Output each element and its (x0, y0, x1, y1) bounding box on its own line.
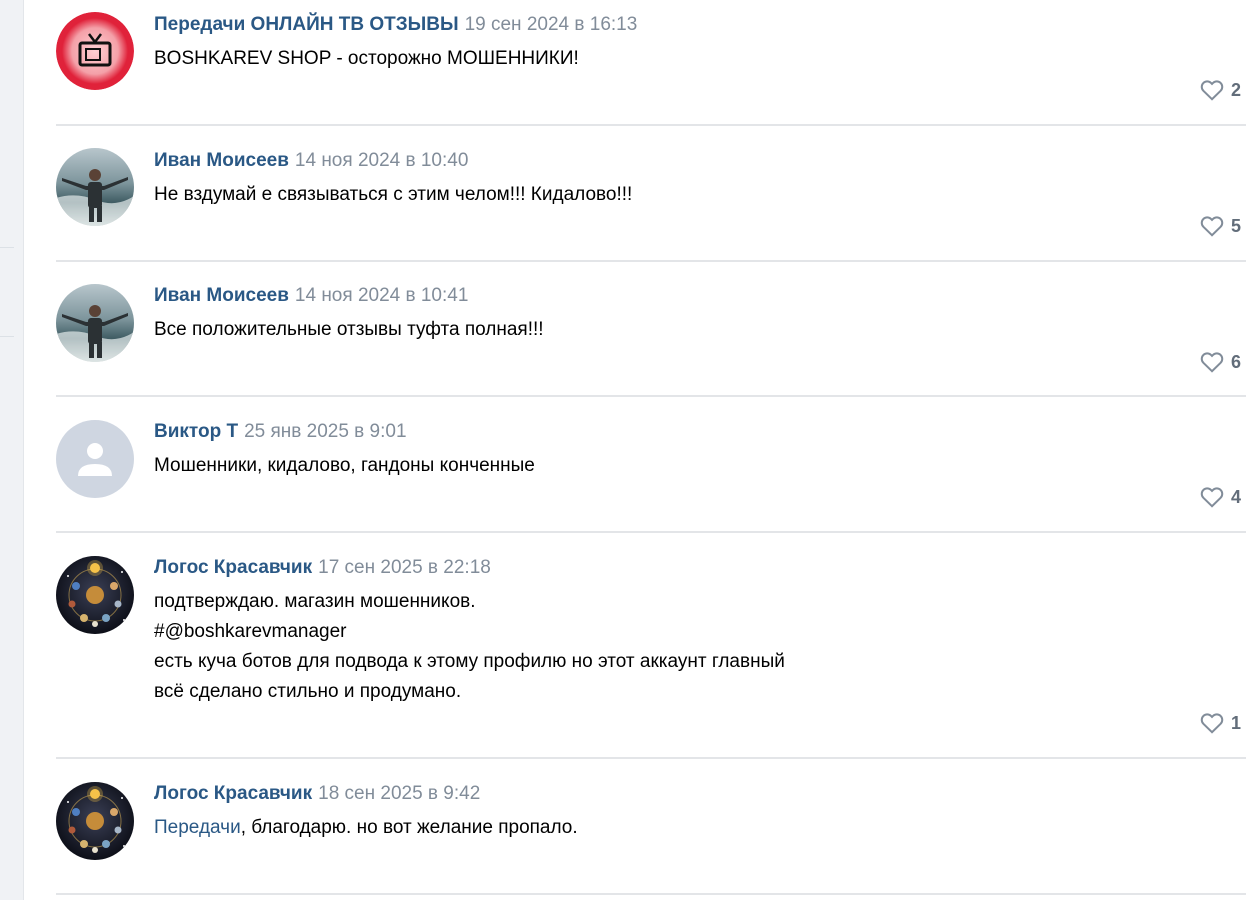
like-count: 5 (1230, 215, 1241, 236)
heart-icon (1200, 713, 1224, 734)
like-count: 1 (1230, 712, 1241, 733)
like-button[interactable]: 5 (1200, 215, 1241, 237)
comment-line: Все положительные отзывы туфта полная!!! (154, 319, 544, 340)
comment-date[interactable]: 14 ноя 2024 в 10:40 (295, 150, 469, 171)
like-count: 6 (1230, 351, 1241, 372)
comment-author[interactable]: Виктор Т (154, 421, 238, 442)
comment-item: Логос Красавчик 17 сен 2025 в 22:18 подтв… (56, 533, 1246, 759)
comment-text: Не вздумай е связываться с этим челом!!!… (154, 180, 1246, 210)
comment-line: Мошенники, кидалово, гандоны конченные (154, 455, 535, 476)
comment-date[interactable]: 18 сен 2025 в 9:42 (318, 783, 480, 804)
comment-author[interactable]: Логос Красавчик (154, 557, 312, 578)
planets-image (56, 556, 134, 634)
comment-author[interactable]: Логос Красавчик (154, 783, 312, 804)
avatar[interactable] (56, 556, 134, 634)
avatar[interactable] (56, 12, 134, 90)
default-user-icon (56, 420, 134, 498)
comment-item: Иван Моисеев 14 ноя 2024 в 10:41 Все поло… (56, 262, 1246, 397)
comment-author[interactable]: Иван Моисеев (154, 285, 289, 306)
comment-line: BOSHKAREV SHOP - осторожно МОШЕННИКИ! (154, 48, 579, 69)
heart-icon (1200, 487, 1224, 508)
like-count: 4 (1230, 486, 1241, 507)
avatar[interactable] (56, 782, 134, 860)
comment-date[interactable]: 19 сен 2024 в 16:13 (465, 14, 638, 35)
comment-line: Передачи, благодарю. но вот желание проп… (154, 813, 1246, 843)
left-sidebar-edge (0, 0, 24, 900)
heart-icon (1200, 352, 1224, 373)
sidebar-divider (0, 247, 14, 248)
comment-date[interactable]: 25 янв 2025 в 9:01 (244, 421, 406, 442)
comment-item: Логос Красавчик 18 сен 2025 в 9:42 Переда… (56, 759, 1246, 895)
heart-icon (1200, 80, 1224, 101)
comment-item: Виктор Т 25 янв 2025 в 9:01 Мошенники, ки… (56, 397, 1246, 533)
comment-text: Все положительные отзывы туфта полная!!! (154, 315, 1246, 345)
like-button[interactable]: 2 (1200, 79, 1241, 101)
comment-text: BOSHKAREV SHOP - осторожно МОШЕННИКИ! (154, 44, 1246, 74)
comment-line: #@boshkarevmanager (154, 621, 347, 642)
comment-text: Передачи, благодарю. но вот желание проп… (154, 813, 1246, 843)
tv-icon (56, 12, 134, 90)
like-button[interactable]: 1 (1200, 712, 1241, 734)
photo-beach (56, 284, 134, 362)
reply-mention-link[interactable]: Передачи (154, 817, 241, 838)
comment-item: Передачи ОНЛАЙН ТВ ОТЗЫВЫ 19 сен 2024 в 1… (56, 0, 1246, 126)
avatar[interactable] (56, 284, 134, 362)
sidebar-divider (0, 336, 14, 337)
comment-author[interactable]: Иван Моисеев (154, 150, 289, 171)
heart-icon (1200, 216, 1224, 237)
comment-line: есть куча ботов для подвода к этому проф… (154, 651, 785, 672)
comment-text: Мошенники, кидалово, гандоны конченные (154, 451, 1246, 481)
like-count: 2 (1230, 79, 1241, 100)
comment-author[interactable]: Передачи ОНЛАЙН ТВ ОТЗЫВЫ (154, 14, 459, 35)
comment-text: подтверждаю. магазин мошенников. #@boshk… (154, 587, 1246, 707)
planets-image (56, 782, 134, 860)
comment-line: всё сделано стильно и продумано. (154, 681, 462, 702)
comment-line: Не вздумай е связываться с этим челом!!!… (154, 184, 633, 205)
comment-line-rest: , благодарю. но вот желание пропало. (240, 817, 578, 838)
like-button[interactable]: 6 (1200, 351, 1241, 373)
avatar[interactable] (56, 420, 134, 498)
like-button[interactable]: 4 (1200, 486, 1241, 508)
comment-line: подтверждаю. магазин мошенников. (154, 591, 476, 612)
avatar[interactable] (56, 148, 134, 226)
comment-item: Иван Моисеев 14 ноя 2024 в 10:40 Не вздум… (56, 126, 1246, 262)
comment-date[interactable]: 17 сен 2025 в 22:18 (318, 557, 491, 578)
comment-date[interactable]: 14 ноя 2024 в 10:41 (295, 285, 469, 306)
photo-beach (56, 148, 134, 226)
